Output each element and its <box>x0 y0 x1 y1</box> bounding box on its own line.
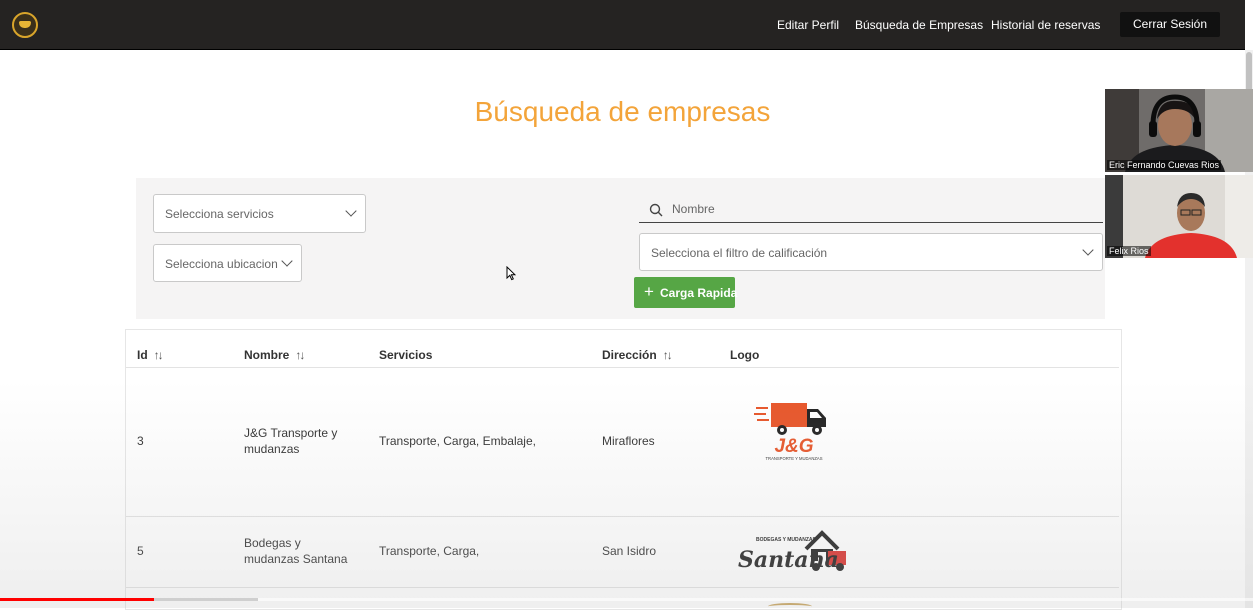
scrollbar-thumb[interactable] <box>1246 52 1252 92</box>
row-address-cell: San Isidro <box>602 544 657 558</box>
logout-button[interactable]: Cerrar Sesión <box>1120 12 1220 37</box>
column-header-services-label: Servicios <box>379 348 433 362</box>
logo-text-jg: J&G <box>774 436 813 457</box>
page-title: Búsqueda de empresas <box>474 96 771 127</box>
company-logo-santana: Santana BODEGAS Y MUDANZAS <box>738 530 846 573</box>
company-logo-jg: J&G TRANSPORTE Y MUDANZAS <box>754 403 826 461</box>
row-services-cell: Transporte, Carga, Embalaje, <box>379 434 536 448</box>
sort-icon[interactable]: ↑↓ <box>154 348 164 362</box>
nav-company-search-link[interactable]: Búsqueda de Empresas <box>855 18 983 32</box>
logo-text-santana: Santana <box>738 547 839 573</box>
column-header-logo-label: Logo <box>730 348 760 362</box>
sort-icon[interactable]: ↑↓ <box>295 348 305 362</box>
row-services-cell: Transporte, Carga, <box>379 544 480 558</box>
participant-name-label: Eric Fernando Cuevas Rios <box>1107 160 1222 170</box>
participant-name-label: Felix Rios <box>1107 246 1151 256</box>
row-name-cell: J&G Transporte y mudanzas <box>244 426 338 456</box>
column-header-address-label: Dirección <box>602 348 657 362</box>
chevron-down-icon <box>1082 244 1094 256</box>
company-logo-partial <box>768 603 812 610</box>
column-header-address[interactable]: Dirección ↑↓ <box>602 348 673 362</box>
top-navbar: Editar Perfil Búsqueda de Empresas Histo… <box>0 0 1245 50</box>
row-name-cell: Bodegas y mudanzas Santana <box>244 536 348 566</box>
quick-load-button[interactable]: + Carga Rapida <box>634 277 738 308</box>
row-address-cell: Miraflores <box>602 434 655 448</box>
chevron-down-icon <box>281 255 293 267</box>
services-select-placeholder: Selecciona servicios <box>165 207 274 221</box>
sort-icon[interactable]: ↑↓ <box>663 348 673 362</box>
chevron-down-icon <box>345 205 357 217</box>
row-id-cell: 3 <box>137 434 144 448</box>
column-header-id[interactable]: Id ↑↓ <box>137 348 164 362</box>
search-icon <box>649 203 663 217</box>
nav-booking-history-link[interactable]: Historial de reservas <box>991 18 1100 32</box>
participant-tile[interactable]: Felix Rios <box>1105 175 1253 258</box>
brand-logo-icon[interactable] <box>12 12 38 38</box>
column-header-services: Servicios <box>379 348 432 362</box>
rating-filter-placeholder: Selecciona el filtro de calificación <box>651 246 828 260</box>
rating-filter-select[interactable]: Selecciona el filtro de calificación <box>639 233 1103 271</box>
column-header-name[interactable]: Nombre ↑↓ <box>244 348 305 362</box>
video-progress-played[interactable] <box>0 598 154 601</box>
location-select-placeholder: Selecciona ubicacion <box>165 257 278 271</box>
participant-tile[interactable]: Eric Fernando Cuevas Rios <box>1105 89 1253 172</box>
mouse-cursor-icon <box>506 266 516 281</box>
logo-subtext-santana: BODEGAS Y MUDANZAS <box>756 537 816 543</box>
row-id-cell: 5 <box>137 544 144 558</box>
column-header-name-label: Nombre <box>244 348 290 362</box>
nav-edit-profile-link[interactable]: Editar Perfil <box>777 18 839 32</box>
column-header-id-label: Id <box>137 348 148 362</box>
name-search-input[interactable] <box>670 199 1094 219</box>
services-select[interactable]: Selecciona servicios <box>153 194 366 233</box>
row-divider <box>126 587 1119 588</box>
quick-load-label: Carga Rapida <box>660 286 738 300</box>
plus-icon: + <box>644 282 654 301</box>
column-header-logo: Logo <box>730 348 759 362</box>
logo-subtext-jg: TRANSPORTE Y MUDANZAS <box>765 456 822 461</box>
location-select[interactable]: Selecciona ubicacion <box>153 244 302 282</box>
name-search-field[interactable] <box>639 195 1103 223</box>
